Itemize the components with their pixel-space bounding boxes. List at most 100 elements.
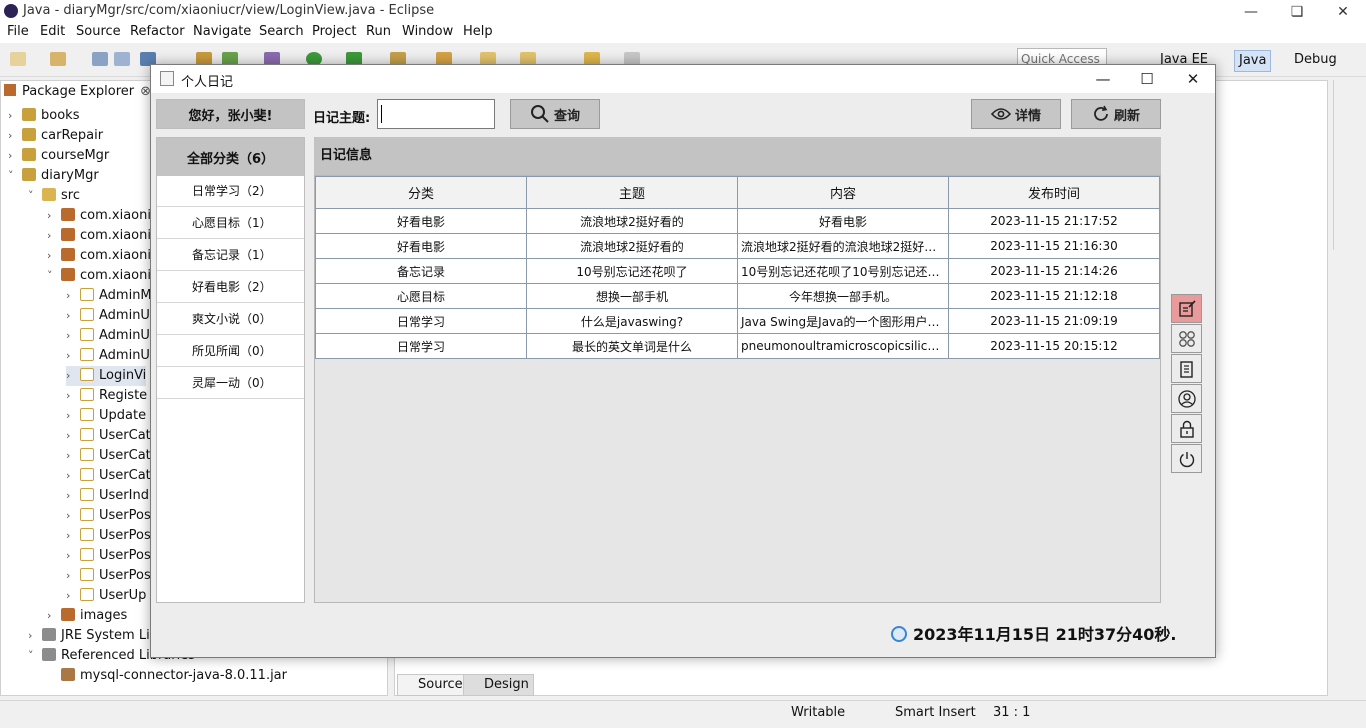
tree-item[interactable]: › UserPos (66, 506, 151, 526)
tree-item[interactable]: › UserCat (66, 446, 151, 466)
chevron-right-icon[interactable]: › (66, 586, 80, 606)
tree-item[interactable]: › UserPos (66, 526, 151, 546)
tree-item[interactable]: ˅ src (28, 186, 80, 206)
table-row[interactable]: 备忘记录 10号别忘记还花呗了 10号别忘记还花呗了10号别忘记还花... 20… (315, 258, 1160, 284)
column-header-topic[interactable]: 主题 (526, 176, 738, 209)
diary-list-button[interactable] (1171, 354, 1202, 383)
chevron-right-icon[interactable]: › (47, 246, 61, 266)
table-row[interactable]: 日常学习 什么是javaswing? Java Swing是Java的一个图形用… (315, 308, 1160, 334)
tree-item[interactable]: ˅ com.xiaoni (47, 266, 151, 286)
chevron-right-icon[interactable]: › (66, 346, 80, 366)
logout-button[interactable] (1171, 444, 1202, 473)
category-item[interactable]: 灵犀一动（0） (157, 368, 304, 399)
category-item[interactable]: 所见所闻（0） (157, 336, 304, 367)
chevron-right-icon[interactable]: › (66, 306, 80, 326)
menu-refactor[interactable]: Refactor (130, 24, 185, 39)
details-button[interactable]: 详情 (971, 99, 1061, 129)
menu-navigate[interactable]: Navigate (193, 24, 251, 39)
tree-item[interactable]: › Registe (66, 386, 147, 406)
chevron-right-icon[interactable]: › (66, 526, 80, 546)
refresh-button[interactable]: 刷新 (1071, 99, 1161, 129)
tree-item[interactable]: › UserUp (66, 586, 146, 606)
chevron-right-icon[interactable]: › (47, 606, 61, 626)
column-header-content[interactable]: 内容 (737, 176, 949, 209)
menu-help[interactable]: Help (463, 24, 493, 39)
tree-item[interactable]: › UserPos (66, 546, 151, 566)
topic-search-input[interactable] (377, 99, 495, 129)
tree-item[interactable]: mysql-connector-java-8.0.11.jar (47, 666, 287, 686)
chevron-right-icon[interactable]: › (66, 406, 80, 426)
tree-item[interactable]: › UserPos (66, 566, 151, 586)
chevron-right-icon[interactable]: › (28, 626, 42, 646)
profile-button[interactable] (1171, 384, 1202, 413)
chevron-right-icon[interactable]: › (66, 326, 80, 346)
column-header-category[interactable]: 分类 (315, 176, 527, 209)
chevron-down-icon[interactable]: ˅ (28, 186, 42, 206)
table-row[interactable]: 好看电影 流浪地球2挺好看的 流浪地球2挺好看的流浪地球2挺好看... 2023… (315, 233, 1160, 259)
chevron-right-icon[interactable]: › (66, 546, 80, 566)
save-all-icon[interactable] (114, 52, 130, 66)
menu-file[interactable]: File (7, 24, 29, 39)
category-item[interactable]: 日常学习（2） (157, 176, 304, 207)
chevron-right-icon[interactable]: › (66, 446, 80, 466)
chevron-right-icon[interactable]: › (47, 226, 61, 246)
menu-window[interactable]: Window (402, 24, 453, 39)
tab-design[interactable]: Design (463, 674, 534, 696)
chevron-right-icon[interactable]: › (66, 486, 80, 506)
chevron-right-icon[interactable]: › (66, 286, 80, 306)
tree-item[interactable]: › Update (66, 406, 146, 426)
menu-project[interactable]: Project (312, 24, 356, 39)
dialog-maximize-icon[interactable]: ☐ (1124, 65, 1170, 93)
tree-item[interactable]: › com.xiaoni (47, 246, 151, 266)
new-icon[interactable] (10, 52, 26, 66)
chevron-down-icon[interactable]: ˅ (47, 266, 61, 286)
menu-source[interactable]: Source (76, 24, 121, 39)
menu-edit[interactable]: Edit (40, 24, 65, 39)
package-explorer-tab[interactable]: Package Explorer ⊗ (4, 84, 151, 104)
menu-search[interactable]: Search (259, 24, 304, 39)
menu-run[interactable]: Run (366, 24, 391, 39)
tree-item[interactable]: › JRE System Lib (28, 626, 158, 646)
chevron-right-icon[interactable]: › (66, 386, 80, 406)
column-header-time[interactable]: 发布时间 (948, 176, 1160, 209)
tree-item[interactable]: › books (8, 106, 79, 126)
tree-item[interactable]: › AdminM (66, 286, 152, 306)
chevron-right-icon[interactable]: › (66, 506, 80, 526)
chevron-right-icon[interactable]: › (66, 426, 80, 446)
tree-item[interactable]: ˅ diaryMgr (8, 166, 99, 186)
category-all[interactable]: 全部分类（6） (157, 138, 304, 176)
tree-item[interactable]: › LoginVi (66, 366, 147, 386)
tab-source[interactable]: Source (397, 674, 468, 696)
perspective-debug[interactable]: Debug (1290, 50, 1341, 70)
tree-item[interactable]: › AdminU (66, 346, 150, 366)
tree-item[interactable]: › UserCat (66, 426, 151, 446)
tree-item[interactable]: › com.xiaoni (47, 206, 151, 226)
chevron-right-icon[interactable]: › (47, 206, 61, 226)
chevron-right-icon[interactable]: › (66, 366, 80, 386)
chevron-right-icon[interactable]: › (66, 566, 80, 586)
dialog-minimize-icon[interactable]: — (1080, 65, 1126, 93)
chevron-right-icon[interactable]: › (8, 106, 22, 126)
restore-icon[interactable]: ❏ (1274, 0, 1320, 23)
tree-item[interactable]: › courseMgr (8, 146, 109, 166)
table-row[interactable]: 好看电影 流浪地球2挺好看的 好看电影 2023-11-15 21:17:52 (315, 208, 1160, 234)
chevron-down-icon[interactable]: ˅ (8, 166, 22, 186)
tree-item[interactable]: › AdminU (66, 306, 150, 326)
perspective-java[interactable]: Java (1234, 50, 1272, 72)
search-button[interactable]: 查询 (510, 99, 600, 129)
tree-item[interactable]: › UserInd (66, 486, 149, 506)
minimize-icon[interactable]: — (1228, 0, 1274, 23)
tree-item[interactable]: › carRepair (8, 126, 103, 146)
table-row[interactable]: 日常学习 最长的英文单词是什么 pneumonoultramicroscopic… (315, 333, 1160, 359)
category-item[interactable]: 心愿目标（1） (157, 208, 304, 239)
dialog-close-icon[interactable]: ✕ (1170, 65, 1216, 93)
chevron-right-icon[interactable]: › (8, 146, 22, 166)
tree-item[interactable]: › images (47, 606, 127, 626)
tree-item[interactable]: › com.xiaoni (47, 226, 151, 246)
close-icon[interactable]: ✕ (1320, 0, 1366, 23)
category-item[interactable]: 好看电影（2） (157, 272, 304, 303)
category-manage-button[interactable] (1171, 324, 1202, 353)
category-item[interactable]: 备忘记录（1） (157, 240, 304, 271)
write-diary-button[interactable] (1171, 294, 1202, 323)
chevron-right-icon[interactable]: › (8, 126, 22, 146)
